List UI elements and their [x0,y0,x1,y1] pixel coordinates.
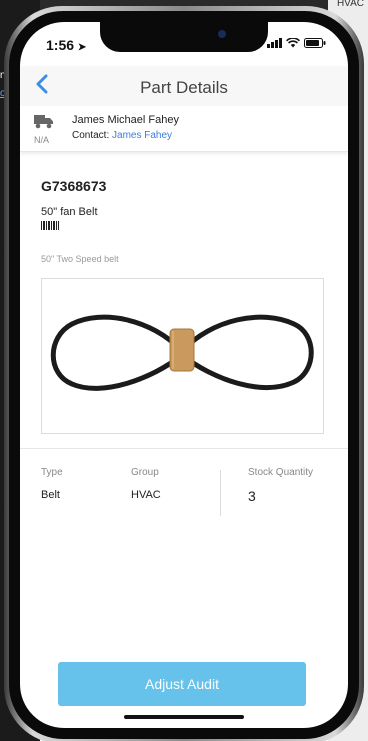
barcode-icon [41,221,59,230]
group-value: HVAC [131,489,161,501]
type-label: Type [41,467,63,478]
contact-link[interactable]: James Fahey [112,130,172,141]
home-indicator[interactable] [124,715,244,719]
phone-bezel: 1:56 ➤ Part Details N/A James Michael Fa… [9,11,359,739]
battery-icon [304,38,326,48]
group-label: Group [131,467,159,478]
type-value: Belt [41,489,60,501]
background-text-fragment: HVAC [336,0,364,9]
adjust-audit-button[interactable]: Adjust Audit [58,662,306,706]
status-time: 1:56 ➤ [46,37,87,53]
part-number: G7368673 [41,178,107,194]
truck-icon [34,115,53,129]
customer-name: James Michael Fahey [72,114,179,126]
part-image [41,278,324,434]
cellular-signal-icon [267,38,282,48]
stock-value: 3 [248,488,256,504]
phone-screen: 1:56 ➤ Part Details N/A James Michael Fa… [20,22,348,728]
customer-status: N/A [34,135,50,145]
wifi-icon [286,38,300,48]
customer-contact: Contact: James Fahey [72,130,172,141]
page-title: Part Details [140,78,228,97]
part-name: 50" fan Belt [41,206,98,218]
status-bar: 1:56 ➤ [20,34,348,54]
part-description: 50" Two Speed belt [41,254,119,264]
status-icons [267,38,326,48]
belt-image [50,314,314,391]
stock-label: Stock Quantity [248,467,314,478]
section-divider [20,448,348,449]
nav-bar: Part Details [20,66,348,106]
phone-frame: 1:56 ➤ Part Details N/A James Michael Fa… [4,6,364,741]
customer-header[interactable]: N/A James Michael Fahey Contact: James F… [20,106,348,152]
contact-label: Contact: [72,130,110,141]
details-separator [220,470,221,516]
location-arrow-icon: ➤ [77,42,87,53]
